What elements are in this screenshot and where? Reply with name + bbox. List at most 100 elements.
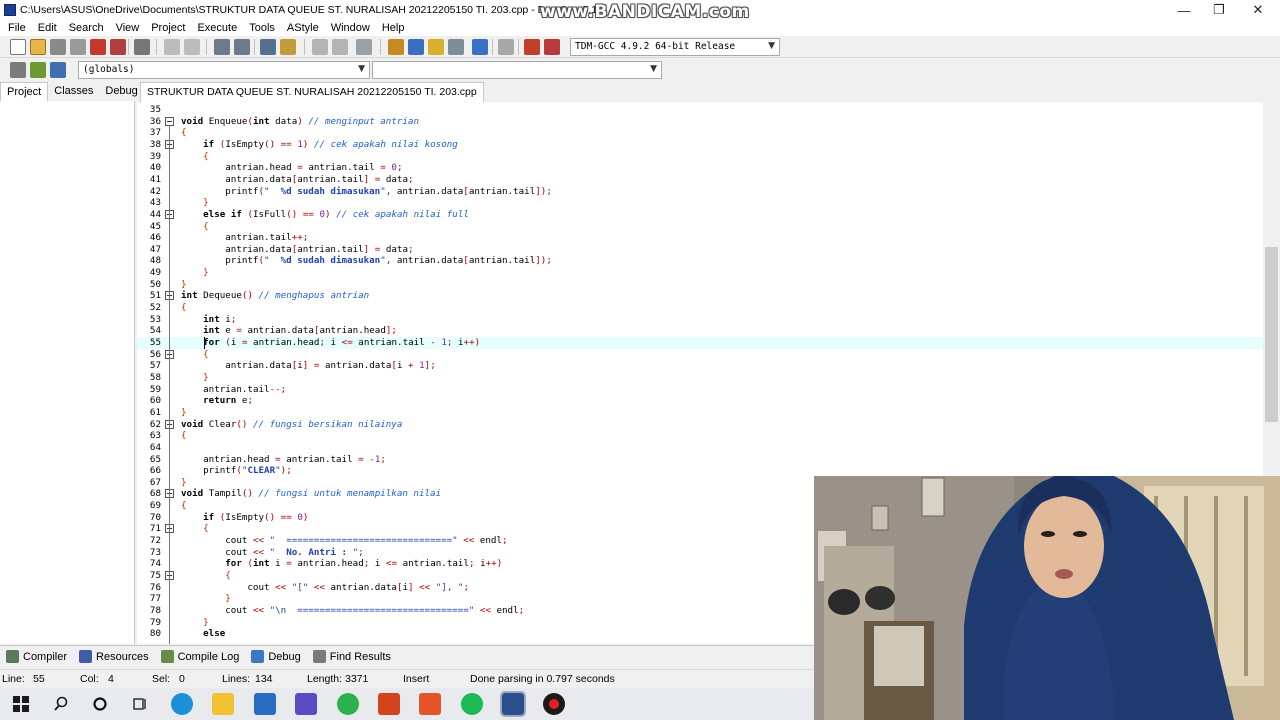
rebuild-all-icon[interactable] [448,39,464,55]
code-line[interactable]: 45 { [137,221,1263,233]
windows-start-icon[interactable] [10,693,32,715]
unindent-icon[interactable] [332,39,348,55]
print-icon[interactable] [134,39,150,55]
minimize-button[interactable]: — [1164,0,1204,20]
open-file-icon[interactable] [30,39,46,55]
restore-button[interactable]: ❐ [1199,0,1239,20]
code-line[interactable]: 36 void Enqueue(int data) // menginput an… [137,116,1263,128]
code-line[interactable]: 62 void Clear() // fungsi bersikan nilain… [137,419,1263,431]
indent-icon[interactable] [312,39,328,55]
tab-compiler[interactable]: Compiler [0,650,73,663]
fold-collapse-icon[interactable] [165,116,174,126]
insert-icon[interactable] [10,62,26,78]
whatsapp-icon[interactable] [337,693,359,715]
mail-icon[interactable] [254,693,276,715]
menu-tools[interactable]: Tools [243,22,281,34]
compiler-select[interactable]: TDM-GCC 4.9.2 64-bit Release ▼ [570,38,780,56]
code-line[interactable]: 41 antrian.data[antrian.tail] = data; [137,174,1263,186]
task-view-icon[interactable] [89,693,111,715]
code-line[interactable]: 51 int Dequeue() // menghapus antrian [137,290,1263,302]
menu-help[interactable]: Help [376,22,411,34]
bandicam-record-icon[interactable] [543,693,565,715]
syntax-check-icon[interactable] [472,39,488,55]
tab-debug-bottom[interactable]: Debug [245,650,306,663]
code-line[interactable]: 59 antrian.tail--; [137,384,1263,396]
code-line[interactable]: 35 [137,104,1263,116]
code-line[interactable]: 56 { [137,349,1263,361]
compile-run-icon[interactable] [428,39,444,55]
code-line[interactable]: 39 { [137,151,1263,163]
menu-view[interactable]: View [110,22,146,34]
save-icon[interactable] [50,39,66,55]
code-line[interactable]: 64 [137,442,1263,454]
code-line[interactable]: 46 antrian.tail++; [137,232,1263,244]
office-2-icon[interactable] [419,693,441,715]
undo-icon[interactable] [164,39,180,55]
menu-search[interactable]: Search [63,22,110,34]
code-line[interactable]: 54 int e = antrian.data[antrian.head]; [137,325,1263,337]
profile-icon[interactable] [524,39,540,55]
code-line[interactable]: 52 { [137,302,1263,314]
stop-execution-icon[interactable] [498,39,514,55]
tab-compile-log[interactable]: Compile Log [155,650,246,663]
menu-edit[interactable]: Edit [32,22,63,34]
tab-resources[interactable]: Resources [73,650,155,663]
compile-icon[interactable] [388,39,404,55]
file-explorer-icon[interactable] [212,693,234,715]
replace-icon[interactable] [234,39,250,55]
office-icon[interactable] [378,693,400,715]
devcpp-taskbar-icon[interactable] [500,691,526,717]
close-all-icon[interactable] [110,39,126,55]
code-line[interactable]: 44 else if (IsFull() == 0) // cek apakah… [137,209,1263,221]
code-line[interactable]: 61} [137,407,1263,419]
code-line[interactable]: 49 } [137,267,1263,279]
goto-definition-icon[interactable] [50,62,66,78]
close-file-icon[interactable] [90,39,106,55]
menu-astyle[interactable]: AStyle [281,22,325,34]
close-button[interactable]: ✕ [1238,0,1278,20]
menu-file[interactable]: File [2,22,32,34]
code-line[interactable]: 43 } [137,197,1263,209]
code-line[interactable]: 58 } [137,372,1263,384]
spotify-icon[interactable] [461,693,483,715]
code-line[interactable]: 38 if (IsEmpty() == 1) // cek apakah nil… [137,139,1263,151]
scope-select[interactable]: (globals) ▼ [78,61,370,79]
new-file-icon[interactable] [10,39,26,55]
line-number: 61 [149,406,161,418]
goto-declaration-icon[interactable] [30,62,46,78]
code-line[interactable]: 63 { [137,430,1263,442]
tab-classes[interactable]: Classes [48,82,99,102]
code-line[interactable]: 50} [137,279,1263,291]
code-line[interactable]: 37 { [137,127,1263,139]
project-browser-panel[interactable] [0,101,135,644]
search-icon[interactable] [50,693,72,715]
code-line[interactable]: 60 return e; [137,395,1263,407]
menu-window[interactable]: Window [325,22,376,34]
code-line[interactable]: 55 for (i = antrian.head; i <= antrian.t… [137,337,1263,349]
visual-studio-icon[interactable] [295,693,317,715]
toggle-comment-icon[interactable] [356,39,372,55]
code-line[interactable]: 65 antrian.head = antrian.tail = -1; [137,454,1263,466]
menu-execute[interactable]: Execute [191,22,243,34]
bookmark-icon[interactable] [280,39,296,55]
symbol-select[interactable]: ▼ [372,61,662,79]
code-line[interactable]: 48 printf(" %d sudah dimasukan", antrian… [137,255,1263,267]
widgets-icon[interactable] [129,693,151,715]
edge-browser-icon[interactable] [171,693,193,715]
tab-find-results[interactable]: Find Results [307,650,397,663]
goto-line-icon[interactable] [260,39,276,55]
code-line[interactable]: 57 antrian.data[i] = antrian.data[i + 1]… [137,360,1263,372]
editor-tab-file[interactable]: STRUKTUR DATA QUEUE ST. NURALISAH 202122… [140,82,484,102]
tab-project[interactable]: Project [0,82,49,102]
find-icon[interactable] [214,39,230,55]
delete-profile-icon[interactable] [544,39,560,55]
redo-icon[interactable] [184,39,200,55]
menu-project[interactable]: Project [145,22,191,34]
code-line[interactable]: 53 int i; [137,314,1263,326]
run-icon[interactable] [408,39,424,55]
code-line[interactable]: 42 printf(" %d sudah dimasukan", antrian… [137,186,1263,198]
code-line[interactable]: 40 antrian.head = antrian.tail = 0; [137,162,1263,174]
code-line[interactable]: 47 antrian.data[antrian.tail] = data; [137,244,1263,256]
editor-scrollbar-thumb[interactable] [1265,247,1278,422]
save-all-icon[interactable] [70,39,86,55]
